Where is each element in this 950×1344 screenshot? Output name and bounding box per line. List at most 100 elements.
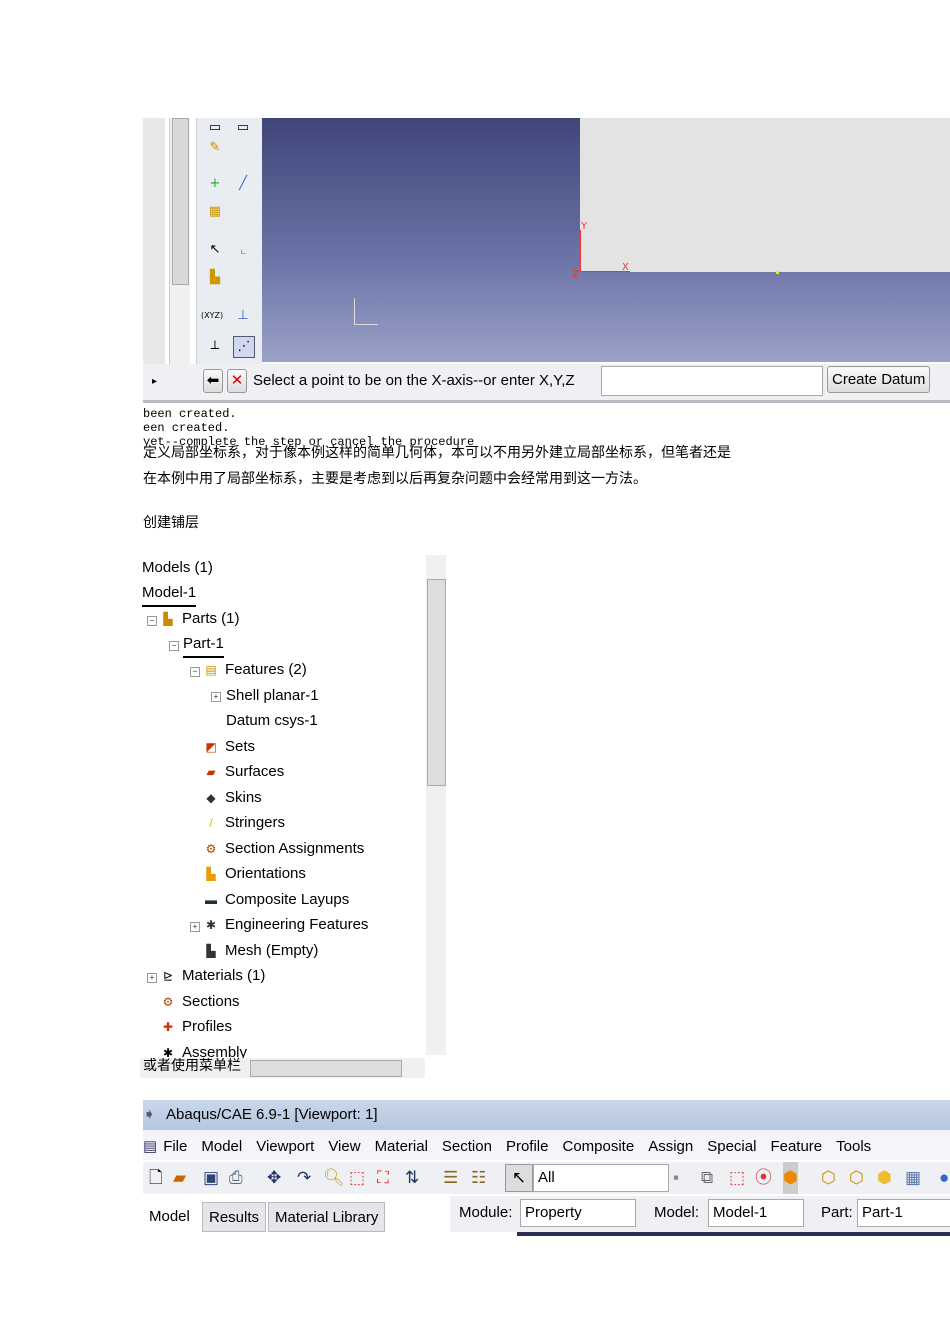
tree-datum-csys[interactable]: Datum csys-1 xyxy=(226,710,318,732)
expand-icon[interactable]: + xyxy=(147,973,157,983)
menu-composite[interactable]: Composite xyxy=(563,1138,635,1155)
collapse-icon[interactable]: − xyxy=(190,667,200,677)
collapse-icon[interactable]: − xyxy=(169,641,179,651)
tree-vertical-scrollbar[interactable] xyxy=(426,555,446,1055)
system-menu-icon[interactable]: ▤ xyxy=(143,1138,157,1155)
wireframe-icon[interactable]: ⬡ xyxy=(821,1162,836,1194)
orientations-icon: ▙ xyxy=(206,867,216,881)
edit-feature-icon[interactable]: ✎ xyxy=(205,138,225,158)
cancel-x-icon[interactable]: ✕ xyxy=(227,369,247,393)
tree-sections[interactable]: ⚙ Sections xyxy=(160,991,240,1013)
menu-tools[interactable]: Tools xyxy=(836,1138,871,1155)
menu-material[interactable]: Material xyxy=(375,1138,428,1155)
axis-z-label: Z xyxy=(572,269,579,280)
box-select-icon[interactable]: ⬚ xyxy=(729,1162,745,1194)
menu-file[interactable]: File xyxy=(163,1138,187,1155)
tree-engineering-features[interactable]: ✱ Engineering Features xyxy=(203,914,368,936)
selection-options-icon[interactable]: ⧉ xyxy=(701,1162,713,1194)
selected-point xyxy=(776,271,779,274)
ladder-icon[interactable]: ☰ xyxy=(443,1162,458,1194)
menu-viewport[interactable]: Viewport xyxy=(256,1138,314,1155)
axis-icon[interactable]: ⊥ xyxy=(233,306,253,326)
help-icon[interactable]: ● xyxy=(939,1162,949,1194)
partition-icon[interactable]: ▦ xyxy=(205,202,225,222)
datum-point-icon[interactable]: ▭ xyxy=(205,118,225,138)
tree-skins[interactable]: ◆ Skins xyxy=(203,787,262,809)
open-icon[interactable]: ▰ xyxy=(173,1162,186,1194)
csys-two-lines-icon[interactable]: ⟂ xyxy=(205,336,225,356)
label: Profiles xyxy=(182,1018,233,1035)
tree-materials[interactable]: ⊵ Materials (1) xyxy=(160,965,265,987)
create-line-icon[interactable]: ╱ xyxy=(233,174,253,194)
vertical-scrollbar[interactable] xyxy=(169,118,190,368)
csys-xyz-icon[interactable]: (XYZ) xyxy=(201,306,223,326)
tab-material-library[interactable]: Material Library xyxy=(268,1202,386,1232)
label: Sections xyxy=(182,993,240,1010)
menu-special[interactable]: Special xyxy=(707,1138,756,1155)
label: Skins xyxy=(225,789,262,806)
menu-assign[interactable]: Assign xyxy=(648,1138,693,1155)
tree-section-assignments[interactable]: ⚙ Section Assignments xyxy=(203,838,365,860)
hidden-icon[interactable]: ⬡ xyxy=(849,1162,864,1194)
part-select[interactable]: Part-1 xyxy=(857,1199,950,1227)
render-icon[interactable]: ⬢ xyxy=(783,1162,798,1194)
menu-profile[interactable]: Profile xyxy=(506,1138,549,1155)
tree-models[interactable]: Models (1) xyxy=(142,557,213,579)
new-icon[interactable]: 🗋 xyxy=(149,1162,163,1194)
query-icon[interactable]: ↖ xyxy=(205,240,225,260)
tree-features[interactable]: ▤ Features (2) xyxy=(203,659,306,681)
menu-section[interactable]: Section xyxy=(442,1138,492,1155)
csys-three-points-icon[interactable]: ⋰ xyxy=(233,336,255,358)
prompt-input[interactable] xyxy=(601,366,823,396)
mesh-icon: ▙ xyxy=(206,944,216,958)
datum-icon[interactable]: ⌞ xyxy=(233,240,253,260)
model-select[interactable]: Model-1 xyxy=(708,1199,804,1227)
ladder-2-icon[interactable]: ☷ xyxy=(471,1162,486,1194)
tree-part-1[interactable]: Part-1 xyxy=(183,634,224,658)
tree-mesh[interactable]: ▙ Mesh (Empty) xyxy=(203,940,318,962)
datum-plane-icon[interactable]: ▭ xyxy=(233,118,253,138)
menu-view[interactable]: View xyxy=(328,1138,360,1155)
tree-stringers[interactable]: / Stringers xyxy=(203,812,285,834)
tree-parts[interactable]: ▙ Parts (1) xyxy=(160,608,239,630)
tree-composite-layups[interactable]: ▬ Composite Layups xyxy=(203,889,349,911)
expand-icon[interactable]: + xyxy=(211,692,221,702)
box-zoom-icon[interactable]: ⬚ xyxy=(349,1162,365,1194)
label: Composite Layups xyxy=(225,891,350,908)
datum-manager-icon[interactable]: ▙ xyxy=(205,268,225,288)
chain-select-icon[interactable]: ⦿ xyxy=(755,1162,772,1194)
save-icon[interactable]: ▣ xyxy=(203,1162,219,1194)
tree-profiles[interactable]: ✚ Profiles xyxy=(160,1016,232,1038)
parts-icon: ▙ xyxy=(163,612,173,626)
tree-sets[interactable]: ◩ Sets xyxy=(203,736,255,758)
rotate-icon[interactable]: ↷ xyxy=(297,1162,311,1194)
print-icon[interactable]: ⎙ xyxy=(229,1162,243,1194)
pan-icon[interactable]: ✥ xyxy=(267,1162,281,1194)
tree-surfaces[interactable]: ▰ Surfaces xyxy=(203,761,284,783)
menu-model[interactable]: Model xyxy=(201,1138,242,1155)
label: Sets xyxy=(225,738,256,755)
zoom-icon[interactable]: 🔍︎ xyxy=(323,1162,345,1194)
cycle-views-icon[interactable]: ⇅ xyxy=(405,1162,419,1194)
selection-filter[interactable]: All xyxy=(533,1164,669,1192)
fit-view-icon[interactable]: ⛶ xyxy=(377,1162,389,1194)
expand-arrow-icon[interactable]: ▸ xyxy=(152,376,157,387)
menu-feature[interactable]: Feature xyxy=(770,1138,822,1155)
label: Orientations xyxy=(225,865,306,882)
tree-shell-planar[interactable]: Shell planar-1 xyxy=(226,685,319,707)
filter-icon[interactable]: ▪ xyxy=(673,1162,679,1194)
back-arrow-icon[interactable]: ⬅ xyxy=(203,369,223,393)
tree-model-1[interactable]: Model-1 xyxy=(142,583,197,607)
expand-icon[interactable]: + xyxy=(190,922,200,932)
shaded-icon[interactable]: ⬢ xyxy=(877,1162,892,1194)
select-cursor-icon[interactable]: ↖ xyxy=(505,1164,533,1192)
message-line: een created. xyxy=(143,421,230,435)
create-point-icon[interactable]: + xyxy=(205,174,225,194)
collapse-icon[interactable]: − xyxy=(147,616,157,626)
module-select[interactable]: Property xyxy=(520,1199,636,1227)
tab-results[interactable]: Results xyxy=(202,1202,267,1232)
tab-model[interactable]: Model xyxy=(143,1202,196,1230)
create-datum-button[interactable]: Create Datum xyxy=(827,366,931,393)
mesh-view-icon[interactable]: ▦ xyxy=(905,1162,921,1194)
tree-orientations[interactable]: ▙ Orientations xyxy=(203,863,306,885)
